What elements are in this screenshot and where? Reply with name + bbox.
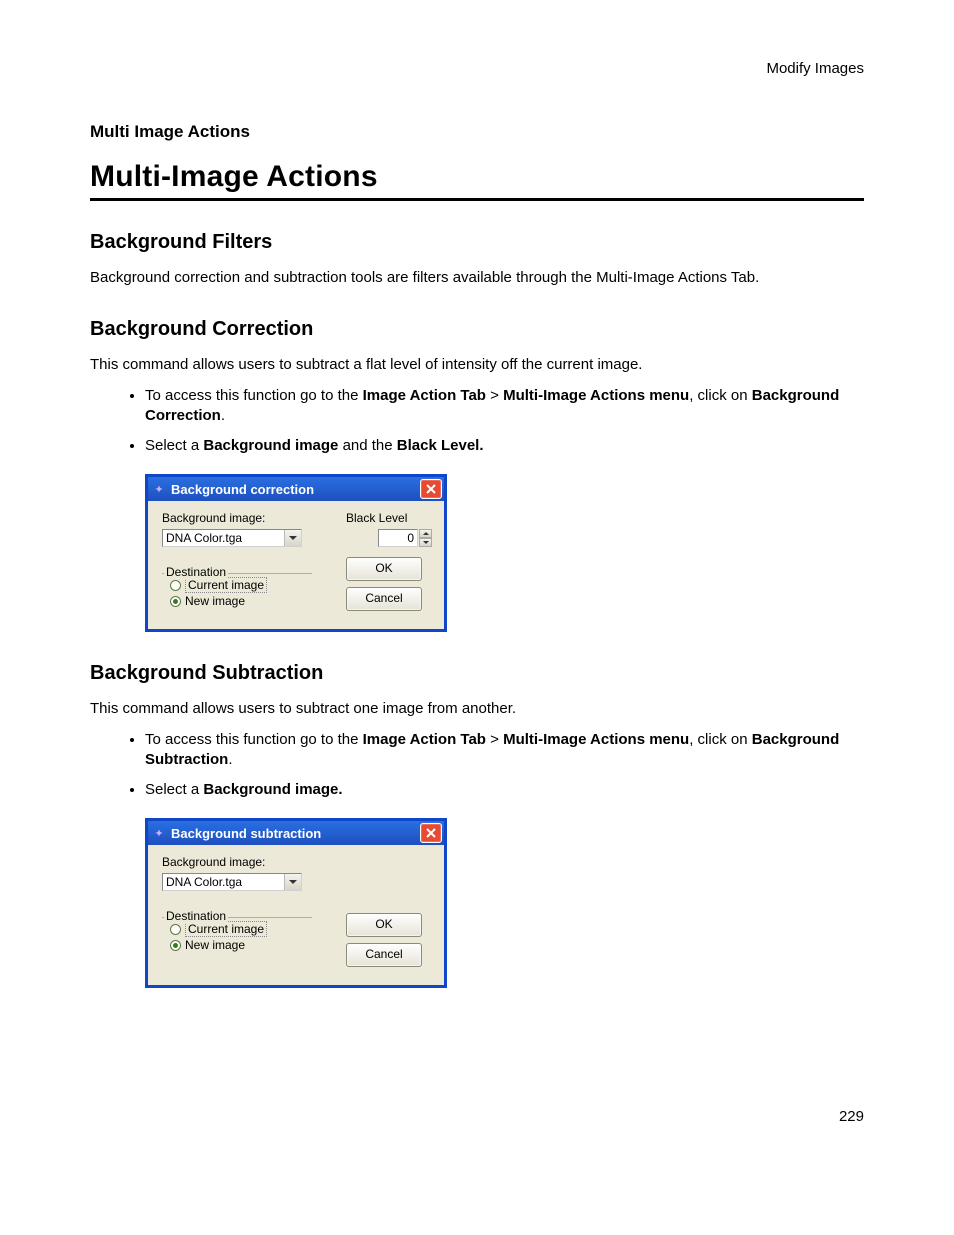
close-button[interactable] (420, 479, 442, 499)
cancel-button[interactable]: Cancel (346, 587, 422, 611)
black-level-stepper[interactable]: 0 (346, 529, 432, 547)
ok-button[interactable]: OK (346, 913, 422, 937)
text: > (486, 387, 503, 404)
bullet-list-bs: To access this function go to the Image … (90, 730, 864, 801)
combo-background-image[interactable]: DNA Color.tga (162, 873, 302, 891)
groupbox-destination: Destination Current image New image (162, 559, 312, 612)
heading-background-subtraction: Background Subtraction (90, 662, 864, 685)
text: > (486, 731, 503, 748)
radio-label: Current image (185, 577, 267, 593)
radio-icon (170, 596, 181, 607)
radio-icon (170, 580, 181, 591)
section-label: Multi Image Actions (90, 122, 864, 142)
combo-value: DNA Color.tga (166, 531, 284, 545)
label-background-image: Background image: (162, 855, 346, 869)
black-level-value[interactable]: 0 (378, 529, 418, 547)
spin-up-icon[interactable] (419, 529, 432, 538)
chevron-down-icon[interactable] (284, 530, 301, 546)
radio-label: New image (185, 594, 245, 608)
groupbox-title: Destination (164, 909, 228, 923)
text: Select a (145, 781, 203, 798)
text-bold: Image Action Tab (363, 387, 486, 404)
heading-background-filters: Background Filters (90, 231, 864, 254)
paragraph-bg-subtraction: This command allows users to subtract on… (90, 699, 864, 719)
text: Select a (145, 437, 203, 454)
combo-background-image[interactable]: DNA Color.tga (162, 529, 302, 547)
list-item: To access this function go to the Image … (145, 730, 864, 771)
close-icon (426, 484, 436, 494)
text-bold: Black Level. (397, 437, 484, 454)
spin-down-icon[interactable] (419, 538, 432, 547)
groupbox-destination: Destination Current image New image (162, 903, 312, 956)
label-black-level: Black Level (346, 511, 432, 525)
dialog-background-subtraction: ✦ Background subtraction Background imag… (145, 818, 864, 988)
close-button[interactable] (420, 823, 442, 843)
radio-new-image[interactable]: New image (170, 594, 308, 608)
dialog-background-correction: ✦ Background correction Background image… (145, 474, 864, 632)
radio-label: Current image (185, 921, 267, 937)
list-item: Select a Background image and the Black … (145, 436, 864, 456)
text: To access this function go to the (145, 387, 363, 404)
text: , click on (689, 387, 752, 404)
radio-icon (170, 924, 181, 935)
cancel-button[interactable]: Cancel (346, 943, 422, 967)
radio-new-image[interactable]: New image (170, 938, 308, 952)
text: . (221, 407, 225, 424)
text: , click on (689, 731, 752, 748)
groupbox-title: Destination (164, 565, 228, 579)
text-bold: Background image (203, 437, 338, 454)
text: . (228, 751, 232, 768)
chevron-down-icon[interactable] (284, 874, 301, 890)
text-bold: Multi-Image Actions menu (503, 387, 689, 404)
titlebar[interactable]: ✦ Background subtraction (148, 821, 444, 845)
app-icon: ✦ (152, 482, 166, 496)
text-bold: Background image. (203, 781, 342, 798)
text-bold: Multi-Image Actions menu (503, 731, 689, 748)
page-number: 229 (90, 1108, 864, 1125)
text: and the (338, 437, 396, 454)
titlebar[interactable]: ✦ Background correction (148, 477, 444, 501)
label-background-image: Background image: (162, 511, 346, 525)
close-icon (426, 828, 436, 838)
combo-value: DNA Color.tga (166, 875, 284, 889)
dialog-title: Background subtraction (171, 826, 420, 841)
text-bold: Image Action Tab (363, 731, 486, 748)
bullet-list-bc: To access this function go to the Image … (90, 386, 864, 457)
list-item: Select a Background image. (145, 780, 864, 800)
header-right: Modify Images (90, 60, 864, 77)
app-icon: ✦ (152, 826, 166, 840)
paragraph-bg-filters: Background correction and subtraction to… (90, 268, 864, 288)
heading-background-correction: Background Correction (90, 318, 864, 341)
dialog-title: Background correction (171, 482, 420, 497)
radio-current-image[interactable]: Current image (170, 921, 308, 937)
page-title: Multi-Image Actions (90, 160, 864, 194)
paragraph-bg-correction: This command allows users to subtract a … (90, 355, 864, 375)
list-item: To access this function go to the Image … (145, 386, 864, 427)
radio-current-image[interactable]: Current image (170, 577, 308, 593)
radio-label: New image (185, 938, 245, 952)
text: To access this function go to the (145, 731, 363, 748)
ok-button[interactable]: OK (346, 557, 422, 581)
radio-icon (170, 940, 181, 951)
title-rule (90, 198, 864, 201)
